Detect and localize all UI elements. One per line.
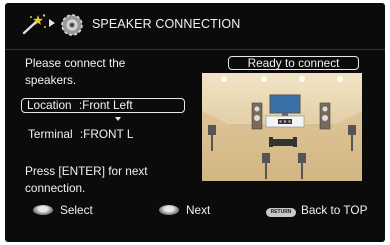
enter-button-icon [159, 205, 179, 215]
next-hint[interactable]: Next [159, 203, 210, 217]
status-badge: Ready to connect [228, 56, 359, 70]
page-title: SPEAKER CONNECTION [92, 17, 241, 31]
hint-line-1: Press [ENTER] for next [25, 164, 148, 178]
speaker-setup-icon [61, 14, 83, 36]
instruction-line-1: Please connect the [25, 56, 126, 70]
instruction-text: Please connect the speakers. [25, 55, 125, 89]
back-label: Back to TOP [301, 203, 368, 217]
speaker-connection-screen: SPEAKER CONNECTION Please connect the sp… [5, 3, 385, 242]
location-value: :Front Left [78, 98, 133, 112]
hint-line-2: connection. [25, 181, 86, 195]
footer: Select Next RETURN Back to TOP [5, 199, 385, 221]
terminal-row: Terminal :FRONT L [28, 126, 133, 143]
cursor-button-icon [33, 205, 53, 215]
hint-text: Press [ENTER] for next connection. [25, 163, 148, 197]
location-label: Location [27, 98, 72, 112]
header-divider [5, 49, 385, 50]
select-label: Select [60, 203, 93, 217]
back-to-top-hint[interactable]: RETURN Back to TOP [266, 203, 367, 217]
terminal-value: :FRONT L [79, 127, 134, 141]
location-selector[interactable]: Location :Front Left [21, 98, 185, 113]
select-hint[interactable]: Select [33, 203, 93, 217]
wand-icon [22, 14, 46, 35]
return-button-icon: RETURN [266, 208, 296, 217]
instruction-line-2: speakers. [25, 73, 77, 87]
terminal-label: Terminal [28, 127, 73, 141]
arrow-right-icon [49, 19, 55, 27]
next-label: Next [186, 203, 211, 217]
header: SPEAKER CONNECTION [5, 3, 385, 41]
chevron-down-icon[interactable] [115, 117, 121, 121]
speaker-room-illustration [202, 73, 362, 181]
